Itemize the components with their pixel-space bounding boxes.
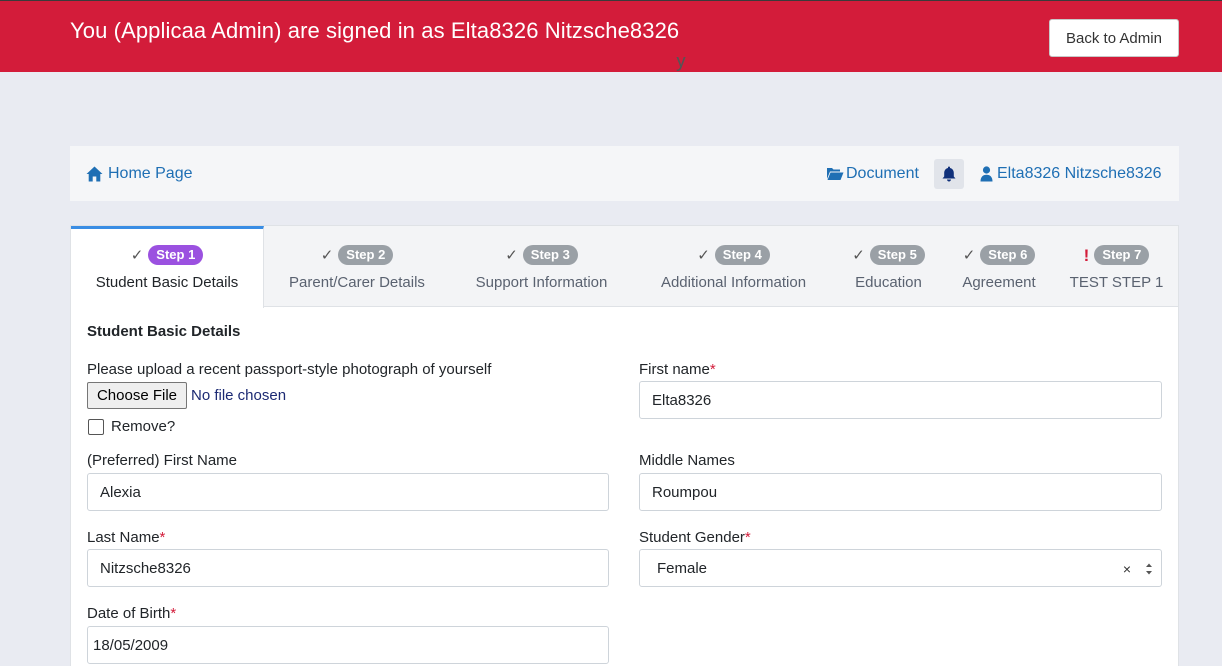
step-badge: Step 2 — [338, 245, 394, 265]
section-title: Student Basic Details — [87, 323, 241, 340]
tab-step-6[interactable]: ✓ Step 6 Agreement — [943, 226, 1055, 307]
choose-file-button[interactable]: Choose File — [87, 382, 187, 409]
student-gender-select[interactable]: Female × — [639, 549, 1162, 587]
clear-selection-icon[interactable]: × — [1123, 550, 1131, 588]
tab-step-7-header: ! Step 7 — [1055, 245, 1178, 265]
check-icon: ✓ — [852, 246, 865, 264]
required-mark: * — [744, 529, 751, 546]
first-name-input[interactable]: Elta8326 — [639, 381, 1162, 419]
impersonation-banner: You (Applicaa Admin) are signed in as El… — [0, 0, 1222, 72]
check-icon: ✓ — [962, 246, 976, 264]
middle-names-input[interactable]: Roumpou — [639, 473, 1162, 511]
tab-step-1[interactable]: ✓ Step 1 Student Basic Details — [71, 226, 264, 308]
middle-names-label: Middle Names — [639, 452, 735, 469]
application-form-card: ✓ Step 1 Student Basic Details ✓ Step 2 … — [70, 225, 1179, 666]
check-icon: ✓ — [320, 246, 334, 264]
tab-label: Student Basic Details — [95, 274, 239, 291]
step-tabs: ✓ Step 1 Student Basic Details ✓ Step 2 … — [71, 226, 1178, 308]
tab-step-3-header: ✓ Step 3 — [450, 245, 633, 265]
tab-label: Parent/Carer Details — [289, 274, 425, 291]
folder-open-icon — [827, 167, 844, 180]
home-page-label: Home Page — [108, 164, 193, 182]
home-icon — [86, 166, 103, 181]
document-link[interactable]: Document — [826, 146, 919, 201]
user-name-label: Elta8326 Nitzsche8326 — [997, 164, 1162, 182]
remove-photo-label: Remove? — [111, 418, 176, 435]
home-page-link[interactable]: Home Page — [86, 146, 193, 201]
check-icon: ✓ — [505, 246, 518, 264]
preferred-first-name-label: (Preferred) First Name — [87, 452, 238, 469]
date-of-birth-label: Date of Birth* — [87, 605, 177, 622]
step-badge: Step 5 — [869, 245, 925, 265]
obscured-heading-fragment: y — [676, 57, 686, 72]
tab-step-4[interactable]: ✓ Step 4 Additional Information — [633, 226, 834, 307]
required-mark: * — [170, 605, 177, 622]
tab-step-6-header: ✓ Step 6 — [943, 245, 1055, 265]
tab-step-7[interactable]: ! Step 7 TEST STEP 1 — [1055, 226, 1178, 307]
step-badge: Step 1 — [148, 245, 204, 265]
tab-step-3[interactable]: ✓ Step 3 Support Information — [450, 226, 633, 307]
document-label: Document — [846, 164, 919, 182]
top-navbar: Home Page Document Elta8326 Nitzsche8326 — [70, 146, 1179, 201]
last-name-input[interactable]: Nitzsche8326 — [87, 549, 609, 587]
tab-step-2-header: ✓ Step 2 — [264, 245, 450, 265]
file-status-text: No file chosen — [191, 387, 287, 404]
tab-label: Additional Information — [660, 274, 807, 291]
preferred-first-name-input[interactable]: Alexia — [87, 473, 609, 511]
bell-icon — [942, 166, 956, 182]
banner-message: You (Applicaa Admin) are signed in as El… — [70, 18, 680, 43]
check-icon: ✓ — [697, 246, 710, 264]
last-name-label: Last Name* — [87, 529, 166, 546]
tab-label: Education — [855, 274, 922, 291]
notifications-button[interactable] — [934, 159, 964, 189]
step-badge: Step 6 — [980, 245, 1036, 265]
tab-step-2[interactable]: ✓ Step 2 Parent/Carer Details — [264, 226, 450, 307]
photo-upload-label: Please upload a recent passport-style ph… — [87, 361, 492, 378]
tab-step-5-header: ✓ Step 5 — [834, 245, 943, 265]
tab-step-4-header: ✓ Step 4 — [633, 245, 834, 265]
warning-icon: ! — [1083, 245, 1090, 265]
tab-label: Support Information — [475, 274, 608, 291]
tab-label: TEST STEP 1 — [1069, 274, 1164, 291]
tab-step-5[interactable]: ✓ Step 5 Education — [834, 226, 943, 307]
student-gender-label: Student Gender* — [639, 529, 751, 546]
date-of-birth-input[interactable]: 18/05/2009 — [87, 626, 609, 664]
check-icon: ✓ — [130, 246, 144, 264]
required-mark: * — [159, 529, 166, 546]
user-profile-link[interactable]: Elta8326 Nitzsche8326 — [980, 146, 1162, 201]
remove-photo-checkbox[interactable] — [88, 419, 104, 435]
step-badge: Step 3 — [522, 245, 578, 265]
back-to-admin-button[interactable]: Back to Admin — [1049, 19, 1179, 57]
tab-step-1-header: ✓ Step 1 — [71, 245, 263, 265]
select-arrows-icon — [1146, 563, 1152, 575]
required-mark: * — [709, 361, 716, 378]
first-name-label: First name* — [639, 361, 716, 378]
selected-gender: Female — [657, 559, 708, 577]
tab-label: Agreement — [962, 274, 1036, 291]
step-badge: Step 7 — [1094, 245, 1150, 265]
user-icon — [980, 165, 993, 181]
step-badge: Step 4 — [714, 245, 770, 265]
